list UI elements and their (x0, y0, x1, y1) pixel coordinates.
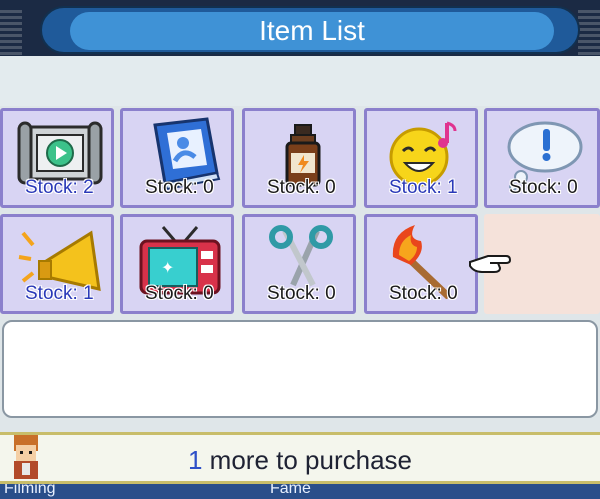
item-slot-megaphone[interactable]: Stock: 1 (0, 214, 114, 314)
purchase-status-bar: 1 more to purchase (0, 432, 600, 484)
left-grille (0, 10, 22, 56)
item-slot-scissors[interactable]: Stock: 0 (242, 214, 356, 314)
item-slot-happy-face[interactable]: Stock: 1 (364, 108, 478, 208)
title-bar: Item List (40, 6, 580, 54)
purchase-remaining-text: 1 more to purchase (187, 445, 413, 475)
pointing-hand-cursor-icon (469, 255, 512, 273)
bottom-strip-left-text: Filming (4, 484, 56, 497)
item-grid: Stock: 2 Stock: 0 Stock: 0 Stock: 1 Stoc… (0, 106, 600, 316)
stock-label: Stock: 1 (389, 177, 458, 198)
stock-label: Stock: 0 (145, 283, 214, 304)
stock-label: Stock: 0 (509, 177, 578, 198)
item-description-box (2, 320, 598, 418)
window-title: Item List (70, 12, 554, 50)
item-slot-television[interactable]: ✦ Stock: 0 (120, 214, 234, 314)
bottom-status-strip: Filming Fame (0, 484, 600, 499)
svg-text:✦: ✦ (161, 258, 174, 277)
stock-label: Stock: 0 (267, 177, 336, 198)
right-grille (578, 10, 600, 56)
header-band (0, 56, 600, 106)
bottom-strip-mid-text: Fame (270, 484, 311, 497)
stock-label: Stock: 1 (25, 283, 94, 304)
item-slot-torch[interactable]: Stock: 0 (364, 214, 478, 314)
stock-label: Stock: 0 (145, 177, 214, 198)
item-slot-film-reel[interactable]: Stock: 2 (0, 108, 114, 208)
item-slot-blue-book[interactable]: Stock: 0 (120, 108, 234, 208)
stock-label: Stock: 0 (267, 283, 336, 304)
stock-label: Stock: 0 (389, 283, 458, 304)
item-slot-medicine-bottle[interactable]: Stock: 0 (242, 108, 356, 208)
stock-label: Stock: 2 (25, 177, 94, 198)
item-slot-thought-bubble[interactable]: Stock: 0 (484, 108, 600, 208)
